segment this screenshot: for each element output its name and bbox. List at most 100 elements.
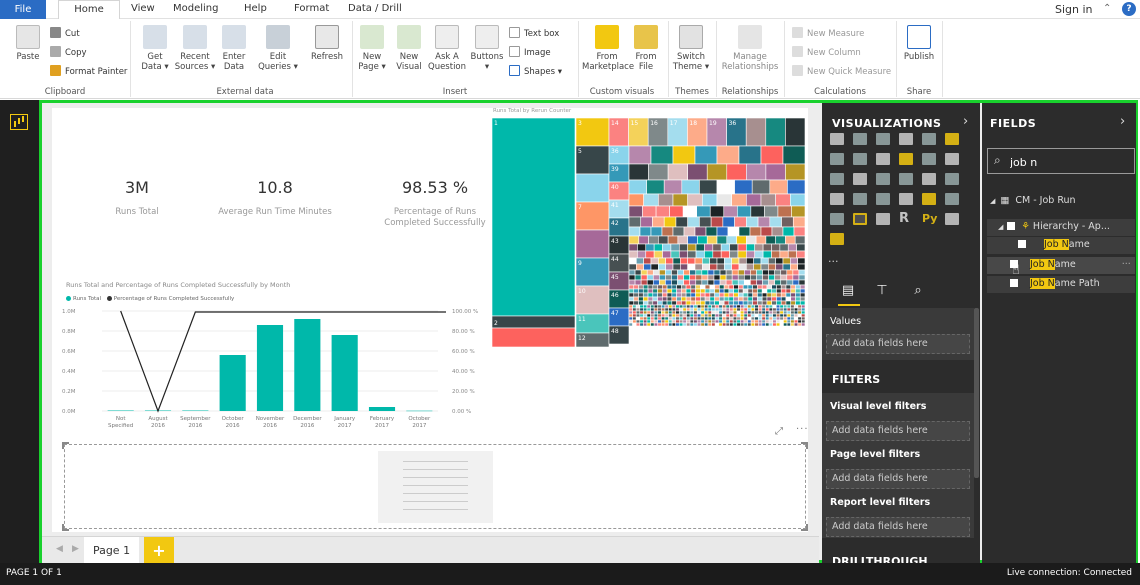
ask-question-button[interactable]: Ask A Question [428, 25, 466, 72]
shapes-button[interactable]: Shapes ▾ [509, 65, 562, 77]
buttons-button[interactable]: Buttons ▾ [468, 25, 506, 72]
fields-well-tab-icon[interactable]: ▤ [840, 283, 856, 299]
report-canvas[interactable]: 3M Runs Total 10.8 Average Run Time Minu… [52, 108, 808, 532]
visual-type-icon[interactable] [853, 193, 867, 205]
collapse-fields-icon[interactable]: › [1120, 114, 1125, 129]
kpi-card-success-percentage[interactable]: 98.53 % Percentage of Runs Completed Suc… [370, 178, 500, 229]
visual-type-icon[interactable] [853, 173, 867, 185]
new-quick-measure-button[interactable]: New Quick Measure [792, 65, 891, 77]
new-measure-button[interactable]: New Measure [792, 27, 864, 39]
from-marketplace-button[interactable]: From Marketplace [582, 25, 634, 72]
edit-queries-button[interactable]: Edit Queries ▾ [258, 25, 298, 72]
image-button[interactable]: Image [509, 46, 551, 58]
visual-type-icon[interactable] [945, 173, 959, 185]
visual-type-icon[interactable] [922, 193, 936, 205]
field-more-options-icon[interactable]: ··· [1122, 259, 1131, 270]
collapse-visualizations-icon[interactable]: › [963, 114, 968, 129]
treemap-chart[interactable]: 12357910111214 15 16 17 18 19 3636394041424344… [492, 118, 805, 347]
resize-handle[interactable] [801, 524, 808, 531]
tab-file[interactable]: File [0, 0, 46, 19]
recent-sources-button[interactable]: Recent Sources ▾ [174, 25, 216, 72]
visual-type-icon[interactable] [876, 193, 890, 205]
visual-type-icon[interactable] [876, 173, 890, 185]
tab-home[interactable]: Home [58, 0, 120, 20]
sign-in-link[interactable]: Sign in [1055, 3, 1093, 16]
collapse-ribbon-icon[interactable]: ⌃ [1103, 3, 1111, 14]
visual-type-icon[interactable] [899, 133, 913, 145]
visual-type-icon[interactable] [830, 133, 844, 145]
combo-chart[interactable]: 0.0M 0.2M 0.4M 0.6M 0.8M 1.0M 0.00 % 20.00 % 40.… [58, 303, 498, 443]
visual-type-icon[interactable] [830, 193, 844, 205]
visual-filters-drop-zone[interactable]: Add data fields here [826, 421, 970, 441]
hierarchy-item[interactable]: ◢ ⚘ Hierarchy - Ap... [998, 221, 1110, 232]
visual-type-icon[interactable] [853, 153, 867, 165]
tab-view[interactable]: View [131, 3, 155, 14]
page-tab-1[interactable]: Page 1 [84, 537, 139, 564]
focus-mode-icon[interactable]: ⤢ [775, 426, 783, 437]
page-filters-drop-zone[interactable]: Add data fields here [826, 469, 970, 489]
new-column-button[interactable]: New Column [792, 46, 861, 58]
visual-type-icon[interactable] [830, 233, 844, 245]
enter-data-button[interactable]: Enter Data [218, 25, 250, 72]
cut-button[interactable]: Cut [50, 27, 80, 39]
r-script-visual-icon[interactable]: R [899, 212, 913, 225]
tab-help[interactable]: Help [244, 3, 267, 14]
resize-handle[interactable] [62, 524, 69, 531]
values-drop-zone[interactable]: Add data fields here [826, 334, 970, 354]
visual-type-icon[interactable] [830, 173, 844, 185]
checkbox[interactable] [1010, 279, 1018, 287]
fields-search-box[interactable]: ⌕ [987, 148, 1135, 174]
python-visual-icon[interactable]: Py [922, 213, 937, 225]
switch-theme-button[interactable]: Switch Theme ▾ [672, 25, 710, 72]
visual-type-icon[interactable] [945, 213, 959, 225]
resize-handle[interactable] [801, 442, 808, 449]
manage-relationships-button[interactable]: Manage Relationships [720, 25, 780, 72]
table-visual-placeholder[interactable] [62, 442, 808, 531]
checkbox[interactable] [1018, 240, 1026, 248]
from-file-button[interactable]: From File [633, 25, 659, 72]
visual-type-icon[interactable] [945, 153, 959, 165]
visual-type-icon[interactable] [853, 133, 867, 145]
tab-data-drill[interactable]: Data / Drill [348, 3, 402, 14]
visual-type-icon[interactable] [922, 153, 936, 165]
checkbox[interactable] [1007, 222, 1016, 230]
report-filters-drop-zone[interactable]: Add data fields here [826, 517, 970, 537]
analytics-magnifier-icon[interactable]: ⌕ [910, 283, 926, 299]
visual-type-icon[interactable] [876, 213, 890, 225]
publish-button[interactable]: Publish [900, 25, 938, 62]
report-view-icon[interactable] [10, 114, 28, 130]
tab-format[interactable]: Format [294, 3, 329, 14]
new-visual-button[interactable]: New Visual [393, 25, 425, 72]
next-page-icon[interactable]: ▶ [72, 544, 79, 554]
visual-type-icon[interactable] [830, 153, 844, 165]
visual-type-icon[interactable] [945, 133, 959, 145]
refresh-button[interactable]: Refresh [308, 25, 346, 62]
viz-pane-scrollbar[interactable] [974, 308, 979, 478]
add-page-button[interactable]: + [144, 537, 174, 564]
visual-type-icon[interactable] [830, 213, 844, 225]
text-box-button[interactable]: Text box [509, 27, 559, 39]
format-painter-button[interactable]: Format Painter [50, 65, 127, 77]
field-job-name-in-hierarchy[interactable]: Job Name [1018, 239, 1090, 250]
fields-search-input[interactable] [1010, 154, 1130, 170]
new-page-button[interactable]: New Page ▾ [356, 25, 388, 72]
table-cm-job-run[interactable]: ◢ ▦ CM - Job Run [990, 195, 1076, 206]
more-visuals-icon[interactable]: ... [828, 252, 839, 265]
visual-type-icon[interactable] [922, 133, 936, 145]
field-job-name[interactable]: Job Name ··· [1010, 259, 1131, 270]
field-job-name-path[interactable]: Job Name Path [1010, 278, 1100, 289]
visual-type-icon[interactable] [876, 133, 890, 145]
kpi-card-average-run-time[interactable]: 10.8 Average Run Time Minutes [210, 178, 340, 218]
visual-type-icon[interactable] [899, 173, 913, 185]
copy-button[interactable]: Copy [50, 46, 87, 58]
visual-type-icon[interactable] [945, 193, 959, 205]
visual-type-icon[interactable] [899, 153, 913, 165]
resize-handle[interactable] [62, 442, 69, 449]
format-paint-roller-icon[interactable]: ⊤ [874, 283, 890, 299]
visual-type-icon[interactable] [853, 213, 867, 225]
more-options-icon[interactable]: ··· [796, 424, 809, 435]
paste-button[interactable]: Paste [14, 25, 42, 62]
help-icon[interactable]: ? [1122, 2, 1136, 16]
visual-type-icon[interactable] [899, 193, 913, 205]
prev-page-icon[interactable]: ◀ [56, 544, 63, 554]
